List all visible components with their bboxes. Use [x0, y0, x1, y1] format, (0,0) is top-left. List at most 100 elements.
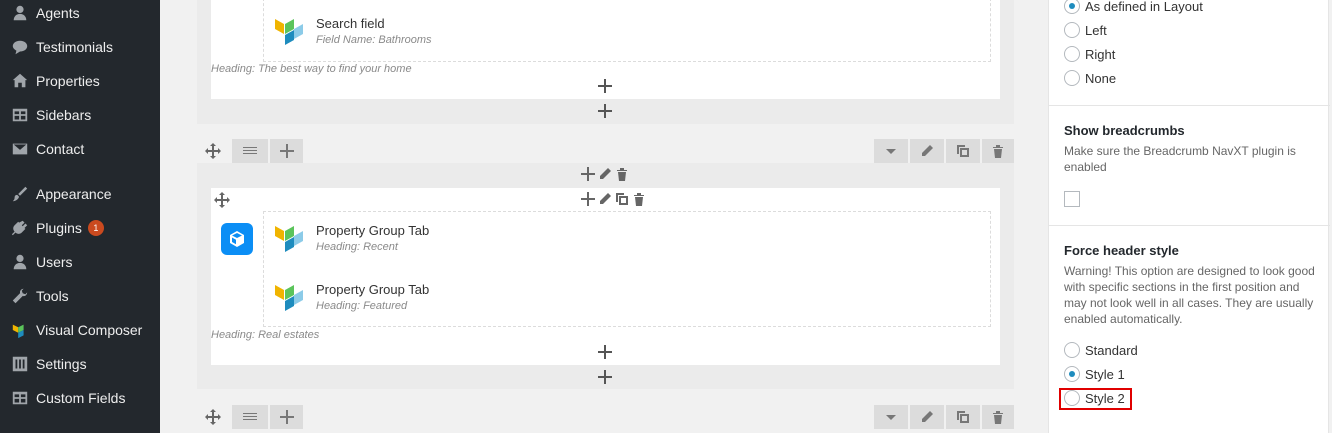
- header-style-description: Warning! This option are designed to loo…: [1064, 264, 1315, 326]
- add-column-button[interactable]: [270, 405, 303, 429]
- clone-row-button[interactable]: [946, 139, 980, 163]
- sidebar-item-plugins[interactable]: Plugins 1: [0, 211, 160, 245]
- sidebar-item-sidebars[interactable]: Sidebars: [0, 98, 160, 132]
- wrench-icon: [0, 287, 36, 305]
- move-icon: [214, 192, 230, 208]
- move-icon: [205, 409, 221, 425]
- element-title: Search field: [316, 16, 385, 31]
- paintbrush-icon: [0, 185, 36, 203]
- property-group-tab-element[interactable]: Property Group Tab Heading: Recent: [275, 223, 429, 255]
- sidebar-item-properties[interactable]: Properties: [0, 64, 160, 98]
- caret-down-icon: [886, 415, 896, 420]
- sidebar-item-visual-composer[interactable]: Visual Composer: [0, 313, 160, 347]
- clone-row-button[interactable]: [946, 405, 980, 429]
- copy-icon: [957, 145, 969, 157]
- row-layout-button[interactable]: [232, 405, 268, 429]
- add-row-button[interactable]: [598, 370, 612, 384]
- pencil-icon: [922, 145, 933, 156]
- sidebar-item-custom-fields[interactable]: Custom Fields: [0, 381, 160, 415]
- sidebar-item-agents[interactable]: Agents: [0, 0, 160, 30]
- plus-icon[interactable]: [581, 192, 595, 206]
- layout-icon: [243, 413, 257, 420]
- drag-handle[interactable]: [198, 405, 228, 429]
- sidebar-item-label: Plugins: [36, 220, 82, 236]
- edit-row-button[interactable]: [910, 139, 944, 163]
- envelope-icon: [0, 140, 36, 158]
- trash-icon: [993, 145, 1003, 158]
- header-style-title: Force header style: [1064, 243, 1179, 258]
- radio-label: Right: [1085, 46, 1116, 62]
- delete-row-button[interactable]: [982, 139, 1014, 163]
- layout-icon: [243, 147, 257, 154]
- radio-button[interactable]: [1064, 46, 1080, 62]
- toggle-row-button[interactable]: [874, 405, 908, 429]
- add-row-button[interactable]: [598, 104, 612, 118]
- plus-icon: [598, 370, 612, 384]
- copy-icon: [957, 411, 969, 423]
- add-element-button[interactable]: [598, 345, 612, 359]
- table-icon: [0, 389, 36, 407]
- admin-sidebar: Agents Testimonials Properties Sidebars …: [0, 0, 160, 433]
- pencil-icon[interactable]: [598, 167, 612, 181]
- plug-icon: [0, 219, 36, 237]
- layout-option-as-defined[interactable]: As defined in Layout: [1064, 0, 1203, 14]
- radio-label: Left: [1085, 22, 1107, 38]
- radio-button[interactable]: [1064, 70, 1080, 86]
- visual-composer-icon: [275, 19, 303, 45]
- radio-button[interactable]: [1064, 0, 1080, 14]
- sidebar-item-appearance[interactable]: Appearance: [0, 177, 160, 211]
- speech-bubble-icon: [0, 38, 36, 56]
- sidebar-item-label: Testimonials: [36, 39, 114, 55]
- sidebar-item-label: Tools: [36, 288, 69, 304]
- breadcrumbs-description: Make sure the Breadcrumb NavXT plugin is…: [1064, 144, 1296, 174]
- radio-label: Standard: [1085, 342, 1138, 358]
- layout-option-right[interactable]: Right: [1064, 46, 1115, 62]
- update-count-badge: 1: [87, 220, 104, 236]
- section-drag-handle[interactable]: [207, 188, 237, 212]
- tabs-element-icon[interactable]: [221, 223, 253, 255]
- show-breadcrumbs-checkbox[interactable]: [1064, 191, 1080, 207]
- caret-down-icon: [886, 149, 896, 154]
- toggle-row-button[interactable]: [874, 139, 908, 163]
- add-column-button[interactable]: [270, 139, 303, 163]
- trash-icon: [993, 411, 1003, 424]
- drag-handle[interactable]: [198, 139, 228, 163]
- trash-icon[interactable]: [615, 167, 629, 181]
- row-layout-button[interactable]: [232, 139, 268, 163]
- radio-button[interactable]: [1064, 22, 1080, 38]
- radio-label: None: [1085, 70, 1117, 86]
- element-subtitle: Heading: Featured: [316, 300, 408, 312]
- heading-note: Heading: The best way to find your home: [211, 63, 412, 75]
- header-style-style1[interactable]: Style 1: [1064, 366, 1125, 382]
- plus-icon[interactable]: [581, 167, 595, 181]
- sidebar-item-label: Sidebars: [36, 107, 92, 123]
- trash-icon[interactable]: [632, 192, 646, 206]
- sidebar-item-label: Contact: [36, 141, 85, 157]
- layout-option-none[interactable]: None: [1064, 70, 1116, 86]
- add-element-button[interactable]: [598, 79, 612, 93]
- property-group-tab-element[interactable]: Property Group Tab Heading: Featured: [275, 282, 429, 314]
- copy-icon[interactable]: [615, 192, 629, 206]
- sidebar-item-users[interactable]: Users: [0, 245, 160, 279]
- visual-composer-icon: [0, 321, 36, 339]
- layout-option-left[interactable]: Left: [1064, 22, 1107, 38]
- radio-button[interactable]: [1064, 342, 1080, 358]
- radio-button[interactable]: [1064, 366, 1080, 382]
- move-icon: [205, 143, 221, 159]
- sidebar-item-settings[interactable]: Settings: [0, 347, 160, 381]
- sidebar-item-tools[interactable]: Tools: [0, 279, 160, 313]
- radio-label: Style 1: [1085, 366, 1125, 382]
- plus-icon: [598, 104, 612, 118]
- pencil-icon[interactable]: [598, 192, 612, 206]
- header-style-standard[interactable]: Standard: [1064, 342, 1138, 358]
- breadcrumbs-title: Show breadcrumbs: [1064, 123, 1185, 138]
- edit-row-button[interactable]: [910, 405, 944, 429]
- sidebar-item-label: Settings: [36, 356, 87, 372]
- sidebar-item-testimonials[interactable]: Testimonials: [0, 30, 160, 64]
- delete-row-button[interactable]: [982, 405, 1014, 429]
- search-field-element[interactable]: Search field Field Name: Bathrooms: [275, 16, 432, 48]
- sidebar-item-contact[interactable]: Contact: [0, 132, 160, 166]
- row-controls: [197, 139, 1014, 163]
- plus-icon: [279, 410, 294, 424]
- sidebar-item-label: Users: [36, 254, 73, 270]
